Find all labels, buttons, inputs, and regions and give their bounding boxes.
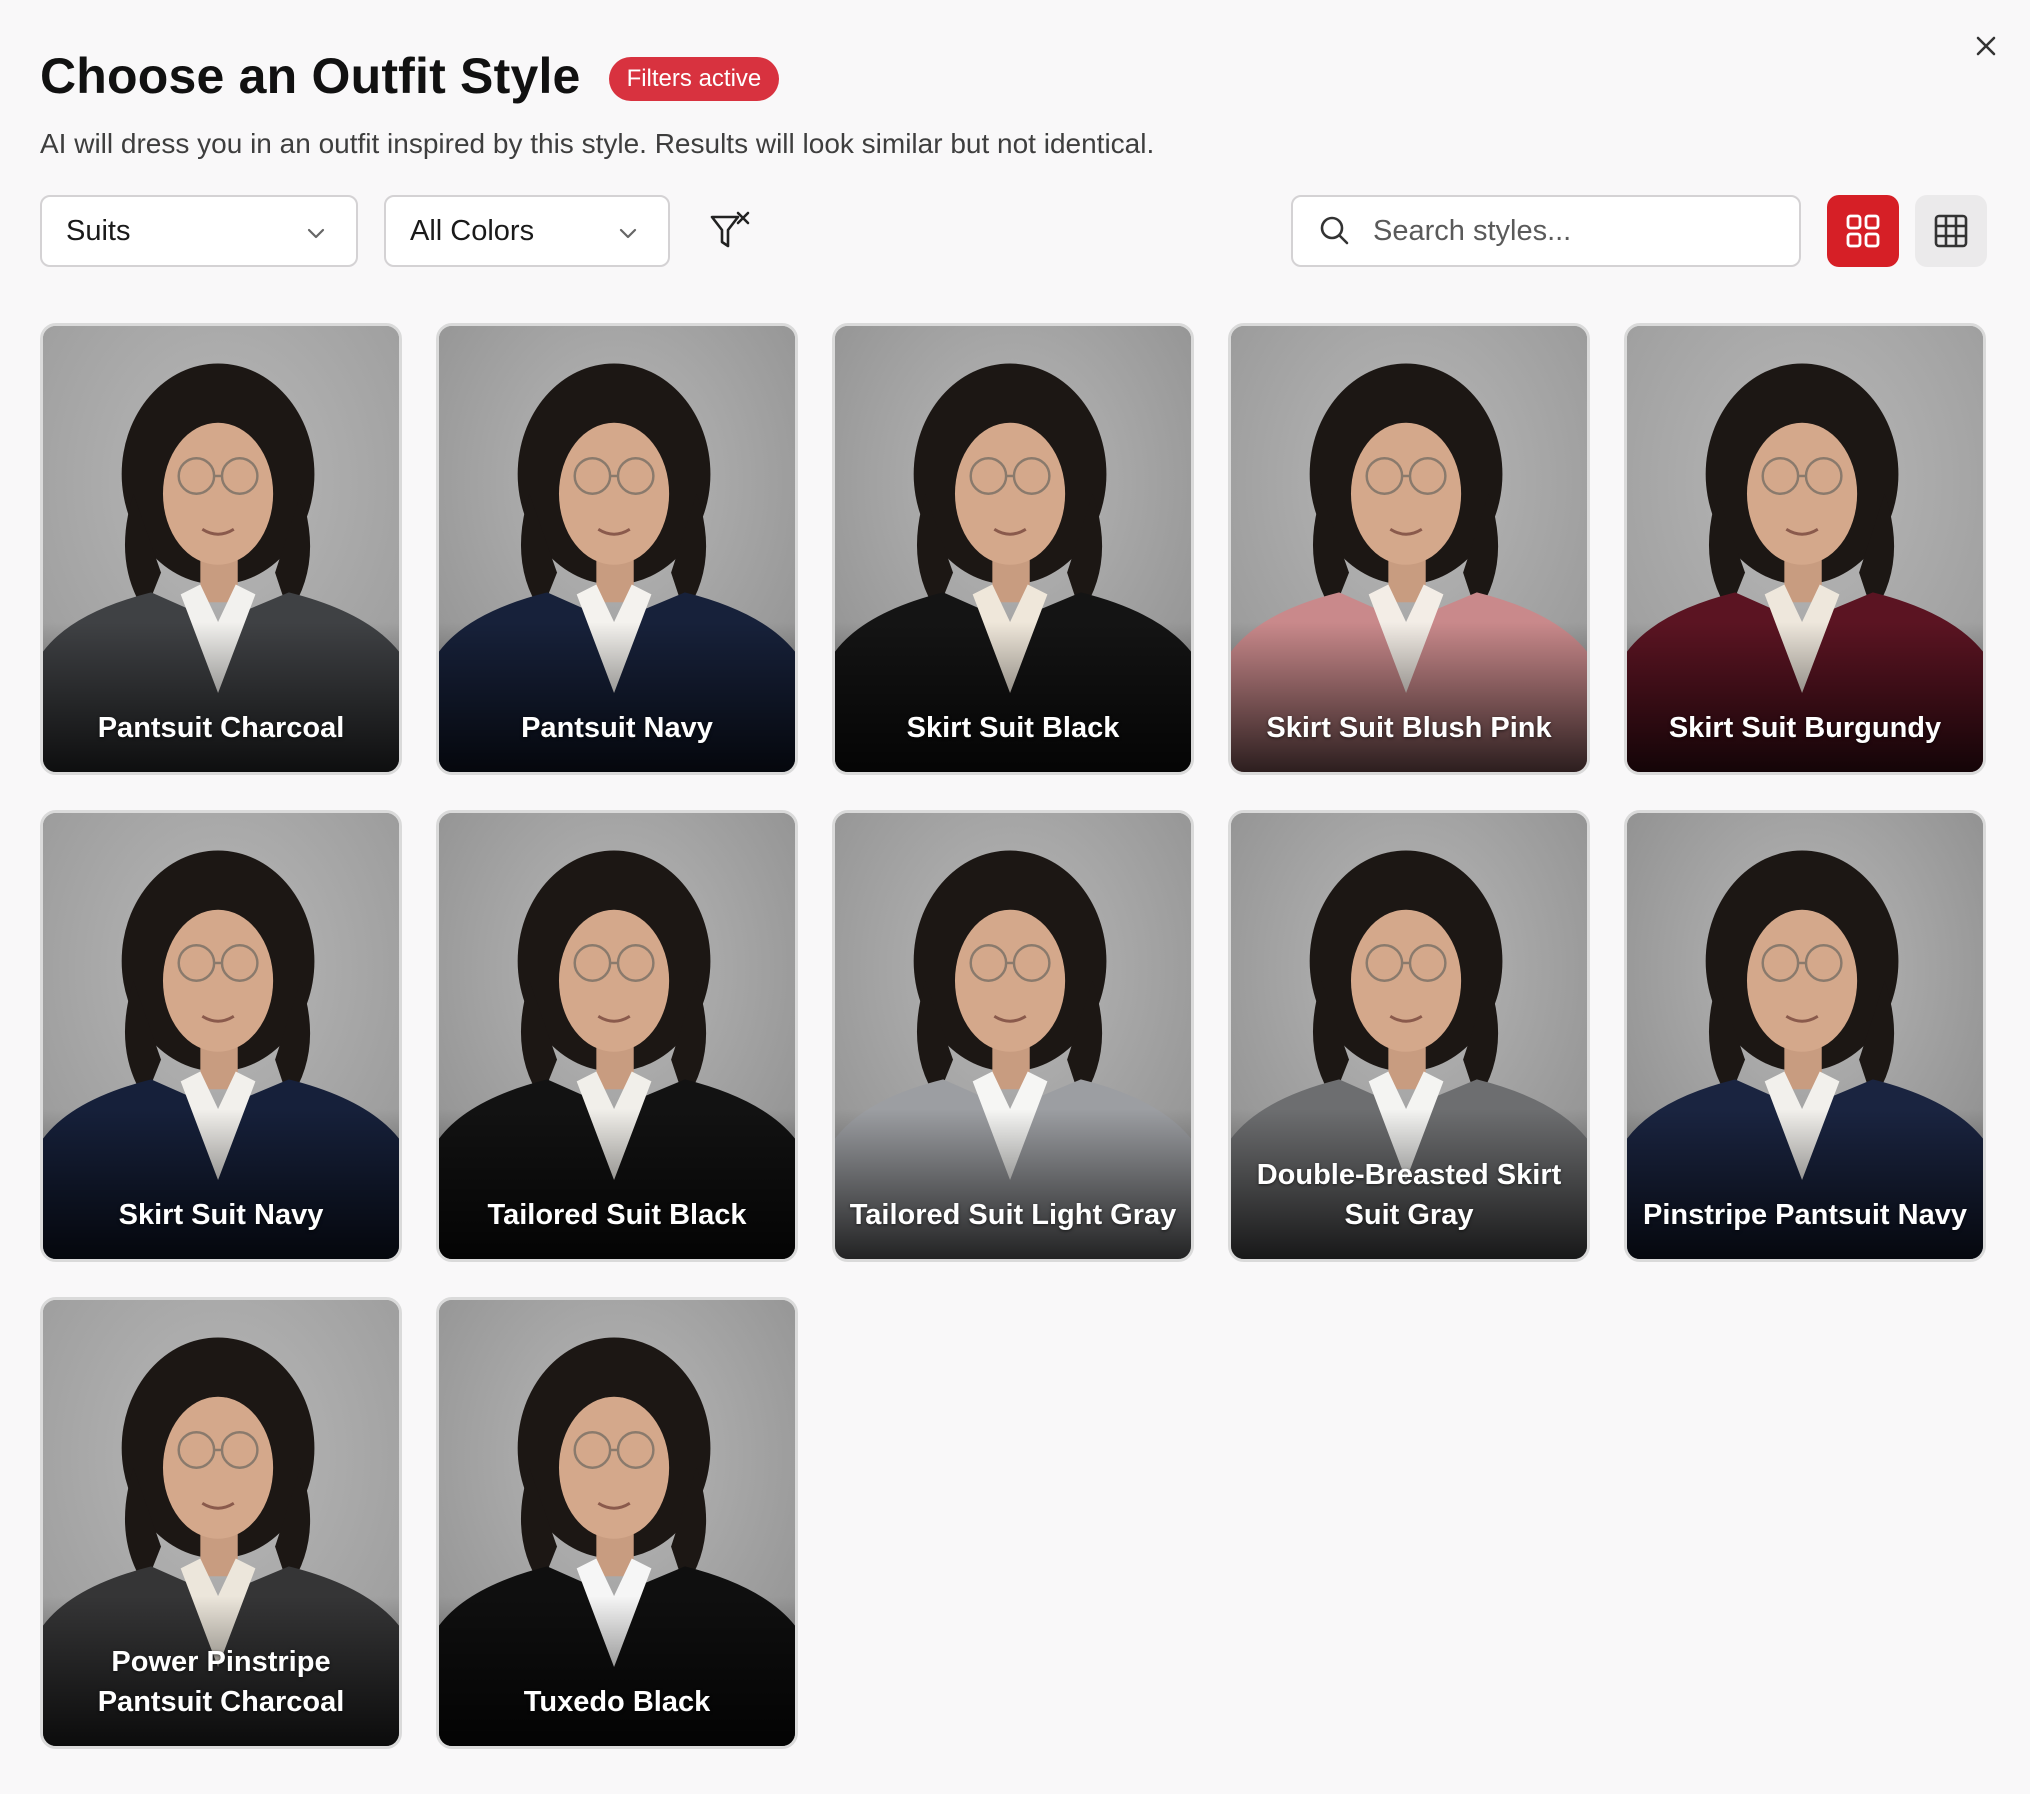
style-card-label: Skirt Suit Burgundy	[1668, 712, 1942, 744]
style-card[interactable]: Skirt Suit Navy	[40, 810, 402, 1262]
style-card[interactable]: Skirt Suit Black	[832, 323, 1194, 775]
style-card-label: Tuxedo Black	[523, 1686, 711, 1718]
small-grid-view-button[interactable]	[1915, 195, 1987, 267]
style-card[interactable]: Pantsuit Charcoal	[40, 323, 402, 775]
filter-toolbar: Suits All Colors	[0, 195, 2030, 269]
style-card-label: Skirt Suit Black	[906, 712, 1120, 744]
style-card[interactable]: Pantsuit Navy	[436, 323, 798, 775]
style-card[interactable]: Skirt Suit Blush Pink	[1228, 323, 1590, 775]
style-card[interactable]: Pinstripe Pantsuit Navy	[1624, 810, 1986, 1262]
style-card-label: Power Pinstripe Pantsuit Charcoal	[97, 1646, 345, 1718]
style-card-label: Skirt Suit Navy	[118, 1199, 324, 1231]
large-grid-view-button[interactable]	[1827, 195, 1899, 267]
search-icon	[1320, 216, 1349, 245]
outfit-style-dialog: Choose an Outfit Style Filters active AI…	[0, 0, 2030, 1794]
filter-clear-icon	[710, 211, 750, 248]
search-input[interactable]	[1373, 214, 1773, 248]
style-card[interactable]: Tuxedo Black	[436, 1297, 798, 1749]
clear-filters-button[interactable]	[706, 209, 754, 255]
style-card[interactable]: Tailored Suit Light Gray	[832, 810, 1194, 1262]
close-button[interactable]	[1966, 26, 2006, 66]
category-select[interactable]: Suits	[40, 195, 358, 267]
style-card-label: Tailored Suit Black	[487, 1199, 747, 1231]
chevron-down-icon	[619, 228, 637, 239]
chevron-down-icon	[307, 228, 325, 239]
color-select[interactable]: All Colors	[384, 195, 670, 267]
page-title: Choose an Outfit Style	[40, 48, 581, 104]
filters-active-badge: Filters active	[608, 57, 780, 101]
grid-large-icon	[1846, 214, 1880, 248]
close-icon	[1976, 36, 1996, 56]
category-select-value: Suits	[66, 214, 131, 247]
style-card[interactable]: Tailored Suit Black	[436, 810, 798, 1262]
style-card[interactable]: Power Pinstripe Pantsuit Charcoal	[40, 1297, 402, 1749]
dialog-subtitle: AI will dress you in an outfit inspired …	[40, 128, 1155, 159]
style-card-label: Pinstripe Pantsuit Navy	[1643, 1199, 1967, 1231]
style-card-label: Pantsuit Charcoal	[97, 712, 345, 744]
style-card-label: Pantsuit Navy	[521, 712, 713, 744]
dialog-header: Choose an Outfit Style Filters active	[40, 44, 780, 108]
color-select-value: All Colors	[410, 214, 535, 247]
style-card-label: Tailored Suit Light Gray	[849, 1199, 1177, 1231]
style-card[interactable]: Skirt Suit Burgundy	[1624, 323, 1986, 775]
search-box	[1291, 195, 1801, 267]
style-card[interactable]: Double-Breasted Skirt Suit Gray	[1228, 810, 1590, 1262]
grid-small-icon	[1934, 214, 1968, 248]
style-card-label: Double-Breasted Skirt Suit Gray	[1256, 1159, 1562, 1231]
style-card-label: Skirt Suit Blush Pink	[1266, 712, 1552, 744]
